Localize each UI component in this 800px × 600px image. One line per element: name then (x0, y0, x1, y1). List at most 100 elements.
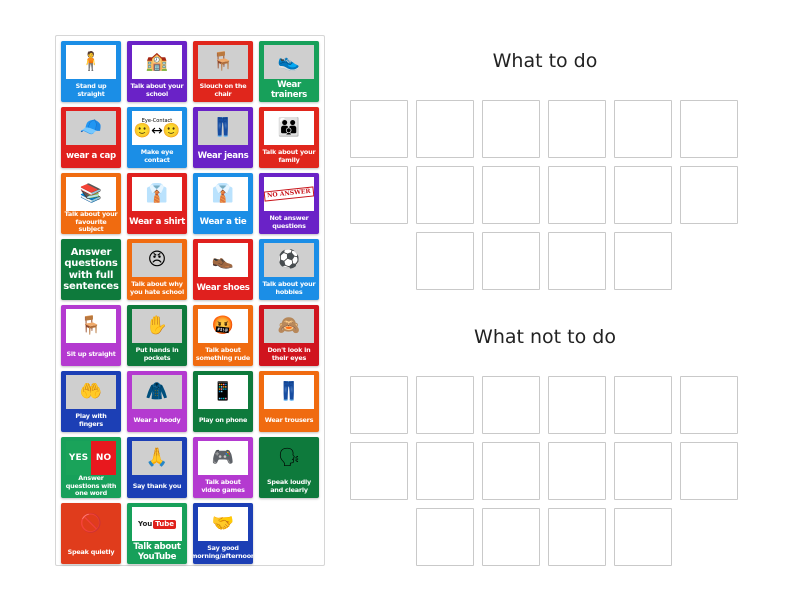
youtube-you: You (138, 519, 153, 528)
draggable-card[interactable]: 👔 Wear a shirt (127, 173, 187, 234)
card-label: Talk about your family (262, 148, 316, 164)
no-answer-stamp: NO ANSWER (264, 186, 314, 202)
card-glyph: 🚫 (79, 513, 103, 534)
what-not-to-do-drop-slot[interactable] (614, 508, 672, 566)
draggable-card[interactable]: 🧥 Wear a hoody (127, 371, 187, 432)
draggable-card[interactable]: 📱 Play on phone (193, 371, 253, 432)
yes-label: YES (68, 452, 89, 463)
eye-contact-icon: Eye-Contact 🙂↔🙂 (132, 111, 182, 145)
what-not-to-do-drop-slot[interactable] (548, 508, 606, 566)
no-speaking-icon: 🚫 (66, 507, 116, 541)
draggable-card[interactable]: ⚽ Talk about your hobbies (259, 239, 319, 300)
draggable-card[interactable]: NO ANSWER Not answer questions (259, 173, 319, 234)
card-glyph: 📚 (79, 183, 103, 204)
card-glyph: 👟 (277, 51, 301, 72)
what-to-do-drop-slot[interactable] (350, 100, 408, 158)
draggable-card[interactable]: 🤲 Play with fingers (61, 371, 121, 432)
what-to-do-drop-slot[interactable] (548, 166, 606, 224)
draggable-card[interactable]: ✋ Put hands in pockets (127, 305, 187, 366)
what-not-to-do-drop-slot[interactable] (680, 442, 738, 500)
angry-child-icon: 😠 (132, 243, 182, 277)
school-building-icon: 🏫 (132, 45, 182, 79)
card-glyph: 🤲 (79, 381, 103, 402)
what-to-do-drop-slot[interactable] (482, 166, 540, 224)
what-to-do-drop-slot[interactable] (548, 100, 606, 158)
what-to-do-drop-slot[interactable] (416, 232, 474, 290)
what-not-to-do-drop-slot[interactable] (350, 442, 408, 500)
card-glyph: 👪 (277, 117, 301, 138)
draggable-card[interactable]: 👞 Wear shoes (193, 239, 253, 300)
draggable-card[interactable]: 🏫 Talk about your school (127, 41, 187, 102)
draggable-card[interactable]: Answer questions with full sentences (61, 239, 121, 300)
draggable-card[interactable]: 😠 Talk about why you hate school (127, 239, 187, 300)
draggable-card[interactable]: 📚 Talk about your favourite subject (61, 173, 121, 234)
draggable-card[interactable]: 🙏 Say thank you (127, 437, 187, 498)
what-to-do-drop-slot[interactable] (614, 166, 672, 224)
card-glyph: 👖 (277, 381, 301, 402)
what-to-do-drop-slot[interactable] (416, 100, 474, 158)
what-to-do-drop-slot[interactable] (680, 166, 738, 224)
draggable-card[interactable]: 🪑 Sit up straight (61, 305, 121, 366)
draggable-card[interactable]: 🙈 Don't look in their eyes (259, 305, 319, 366)
shirt-icon: 👔 (132, 177, 182, 211)
what-not-to-do-drop-slot[interactable] (548, 442, 606, 500)
what-to-do-drop-slot[interactable] (614, 100, 672, 158)
what-not-to-do-drop-slot[interactable] (416, 508, 474, 566)
what-to-do-drop-slot[interactable] (350, 166, 408, 224)
draggable-card[interactable]: Eye-Contact 🙂↔🙂 Make eye contact (127, 107, 187, 168)
what-not-to-do-drop-slot[interactable] (614, 442, 672, 500)
card-glyph: 🧢 (79, 117, 103, 138)
what-not-to-do-drop-slot[interactable] (416, 376, 474, 434)
what-to-do-drop-slot[interactable] (614, 232, 672, 290)
draggable-card[interactable]: YES NO Answer questions with one word (61, 437, 121, 498)
what-not-to-do-drop-slot[interactable] (680, 376, 738, 434)
thank-you-card-icon: 🙏 (132, 441, 182, 475)
what-to-do-drop-slot[interactable] (482, 100, 540, 158)
card-glyph: 🙈 (277, 315, 301, 336)
draggable-card[interactable]: 🪑 Slouch on the chair (193, 41, 253, 102)
draggable-card[interactable]: 🧍 Stand up straight (61, 41, 121, 102)
card-glyph: 🙏 (145, 447, 169, 468)
what-not-to-do-drop-slot[interactable] (482, 442, 540, 500)
yes-no-icon: YES NO (66, 441, 116, 475)
card-label: Talk about why you hate school (130, 280, 184, 296)
card-label: Play on phone (198, 415, 248, 424)
card-label: Wear a hoody (133, 415, 181, 424)
draggable-card[interactable]: You Tube Talk about YouTube (127, 503, 187, 564)
youtube-tube: Tube (153, 519, 176, 529)
draggable-card[interactable]: 👖 Wear jeans (193, 107, 253, 168)
speaking-head-icon: 🗣 (264, 441, 314, 475)
fidgeting-hands-icon: 🤲 (66, 375, 116, 409)
card-label: Wear shoes (196, 282, 250, 293)
card-label: Play with fingers (75, 412, 107, 428)
what-not-to-do-drop-slot[interactable] (482, 376, 540, 434)
what-to-do-drop-slot[interactable] (416, 166, 474, 224)
what-not-to-do-drop-slot[interactable] (614, 376, 672, 434)
what-not-to-do-drop-slot[interactable] (548, 376, 606, 434)
draggable-card[interactable]: 👔 Wear a tie (193, 173, 253, 234)
draggable-card[interactable]: 👪 Talk about your family (259, 107, 319, 168)
card-label: Wear jeans (197, 150, 249, 161)
draggable-card[interactable]: 👖 Wear trousers (259, 371, 319, 432)
what-not-to-do-drop-slot[interactable] (482, 508, 540, 566)
draggable-card[interactable]: 🤝 Say good morning/afternoon (193, 503, 253, 564)
card-glyph: 🪑 (79, 315, 103, 336)
card-glyph: 👔 (145, 183, 169, 204)
no-answer-stamp-icon: NO ANSWER (264, 177, 314, 211)
card-label: Talk about your school (130, 82, 184, 98)
draggable-card[interactable]: 🗣 Speak loudly and clearly (259, 437, 319, 498)
card-glyph: 📱 (211, 381, 235, 402)
draggable-card[interactable]: 🚫 Speak quietly (61, 503, 121, 564)
draggable-card[interactable]: 🧢 wear a cap (61, 107, 121, 168)
what-to-do-drop-slot[interactable] (548, 232, 606, 290)
draggable-card[interactable]: 🎮 Talk about video games (193, 437, 253, 498)
card-glyph: 🏫 (145, 51, 169, 72)
what-to-do-drop-slot[interactable] (482, 232, 540, 290)
what-not-to-do-drop-slot[interactable] (350, 376, 408, 434)
youtube-logo-icon: You Tube (132, 507, 182, 541)
what-to-do-drop-slot[interactable] (680, 100, 738, 158)
draggable-card[interactable]: 👟 Wear trainers (259, 41, 319, 102)
draggable-card[interactable]: 🤬 Talk about something rude (193, 305, 253, 366)
jeans-icon: 👖 (198, 111, 248, 145)
what-not-to-do-drop-slot[interactable] (416, 442, 474, 500)
